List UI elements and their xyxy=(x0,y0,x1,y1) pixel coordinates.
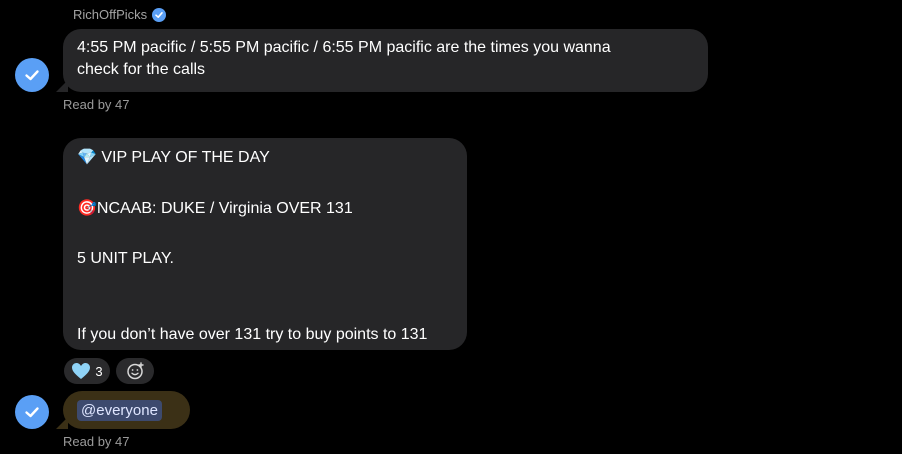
message-text-line: 4:55 PM pacific / 5:55 PM pacific / 6:55… xyxy=(77,39,611,56)
message-text-line: 🎯NCAAB: DUKE / Virginia OVER 131 xyxy=(77,198,353,217)
add-reaction-button[interactable] xyxy=(116,358,154,384)
sender-header: RichOffPicks xyxy=(73,7,167,22)
verified-check-icon xyxy=(152,7,167,22)
sender-avatar[interactable] xyxy=(15,58,49,92)
sender-name[interactable]: RichOffPicks xyxy=(73,7,147,22)
message-bubble[interactable]: 4:55 PM pacific / 5:55 PM pacific / 6:55… xyxy=(63,29,708,92)
read-receipt: Read by 47 xyxy=(63,434,130,449)
add-reaction-icon xyxy=(125,361,145,381)
light-blue-heart-icon xyxy=(71,362,91,380)
verified-check-icon xyxy=(25,407,39,418)
dart-target-icon: 🎯 xyxy=(77,198,97,217)
message-text-line: check for the calls xyxy=(77,61,206,78)
reaction-heart[interactable]: 3 xyxy=(64,358,110,384)
message-bubble[interactable]: 💎 VIP PLAY OF THE DAY 🎯NCAAB: DUKE / Vir… xyxy=(63,138,467,350)
reactions-bar: 3 xyxy=(64,358,154,384)
chat-view: RichOffPicks 4:55 PM pacific / 5:55 PM p… xyxy=(0,0,902,454)
mention-everyone[interactable]: @everyone xyxy=(77,399,162,421)
message-text-line: If you don’t have over 131 try to buy po… xyxy=(77,326,428,343)
read-receipt: Read by 47 xyxy=(63,97,130,112)
message-text-line: 💎 VIP PLAY OF THE DAY xyxy=(77,147,270,166)
reaction-count: 3 xyxy=(95,363,103,379)
diamond-icon: 💎 xyxy=(77,147,97,166)
mention-bubble[interactable]: @everyone xyxy=(63,391,190,429)
verified-check-icon xyxy=(25,70,39,81)
message-text-line: 5 UNIT PLAY. xyxy=(77,250,174,267)
sender-avatar[interactable] xyxy=(15,395,49,429)
